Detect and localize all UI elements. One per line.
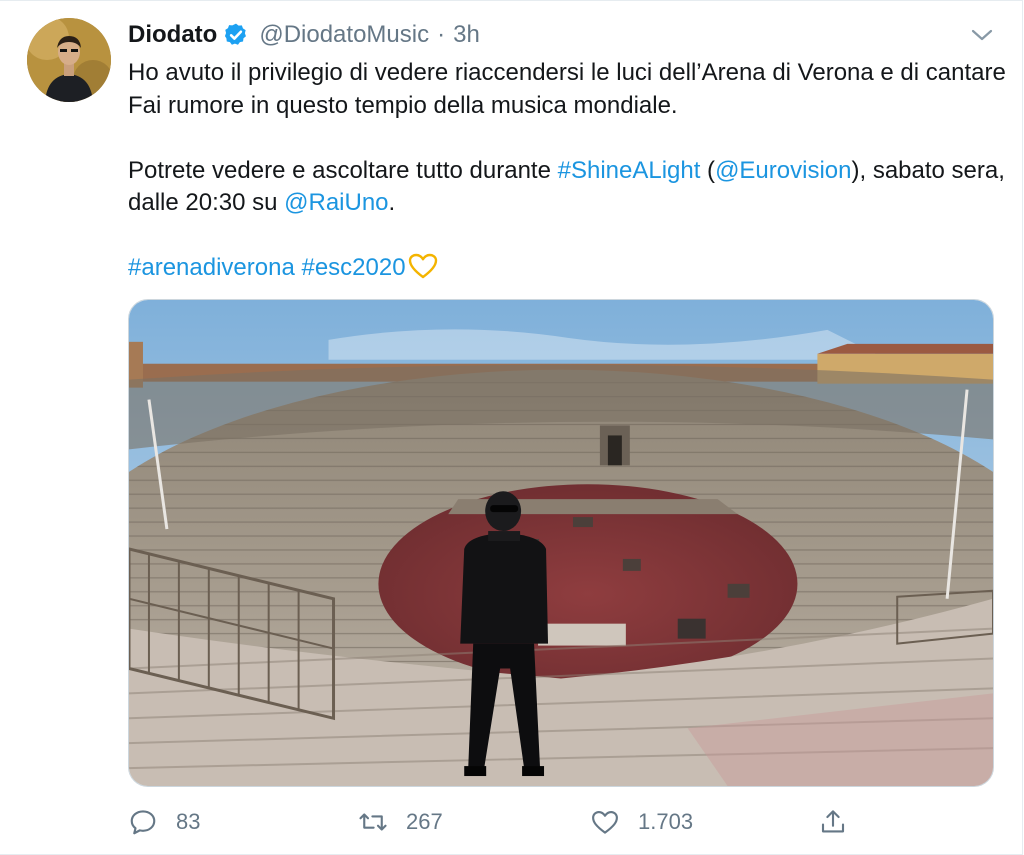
hashtag-shinealight[interactable]: #ShineALight xyxy=(558,157,701,184)
verified-badge-icon xyxy=(225,23,247,45)
tweet-text-segment: ), xyxy=(851,156,867,184)
tweet-paragraph-1: Ho avuto il privilegio di vedere riaccen… xyxy=(128,59,1006,119)
author-handle[interactable]: @DiodatoMusic xyxy=(259,21,429,49)
like-button[interactable]: 1.703 xyxy=(590,804,693,840)
share-icon xyxy=(821,810,845,833)
chevron-down-icon[interactable] xyxy=(970,26,994,44)
separator-dot: · xyxy=(437,21,446,48)
tweet-actions: 83 267 1.703 xyxy=(128,804,868,840)
mention-raiuno[interactable]: @RaiUno xyxy=(284,189,388,216)
avatar[interactable] xyxy=(27,18,111,102)
tweet-timestamp[interactable]: 3h xyxy=(453,21,480,49)
tweet-paragraph-2: Potrete vedere e ascoltare tutto durante… xyxy=(128,155,1008,220)
reply-icon xyxy=(130,810,156,835)
retweet-icon xyxy=(359,813,387,831)
reply-count: 83 xyxy=(176,809,201,834)
arena-photo xyxy=(129,300,993,786)
retweet-button[interactable]: 267 xyxy=(358,804,443,840)
hashtag-arenadiverona[interactable]: #arenadiverona xyxy=(128,254,295,281)
mention-eurovision[interactable]: @Eurovision xyxy=(715,157,851,184)
tweet-photo[interactable] xyxy=(128,299,994,787)
tweet-body: Ho avuto il privilegio di vedere riaccen… xyxy=(128,57,1008,285)
tweet-text-segment: . xyxy=(388,189,396,216)
hashtag-esc2020[interactable]: #esc2020 xyxy=(301,254,405,281)
avatar-image xyxy=(27,18,111,102)
retweet-count: 267 xyxy=(406,809,443,834)
tweet-header: Diodato @DiodatoMusic · 3h xyxy=(128,19,480,51)
tweet-card[interactable]: Diodato @DiodatoMusic · 3h Ho avuto il p… xyxy=(0,0,1023,855)
like-count: 1.703 xyxy=(638,809,694,834)
share-button[interactable] xyxy=(818,804,866,840)
tweet-text-segment: Potrete vedere e ascoltare tutto durante xyxy=(128,156,558,184)
author-name[interactable]: Diodato xyxy=(128,21,217,49)
tweet-paragraph-3: #arenadiverona #esc2020 xyxy=(128,252,1008,285)
reply-button[interactable]: 83 xyxy=(128,804,200,840)
yellow-heart-emoji-icon xyxy=(408,253,437,279)
tweet-text-segment: ( xyxy=(700,156,716,184)
heart-icon xyxy=(592,810,618,834)
